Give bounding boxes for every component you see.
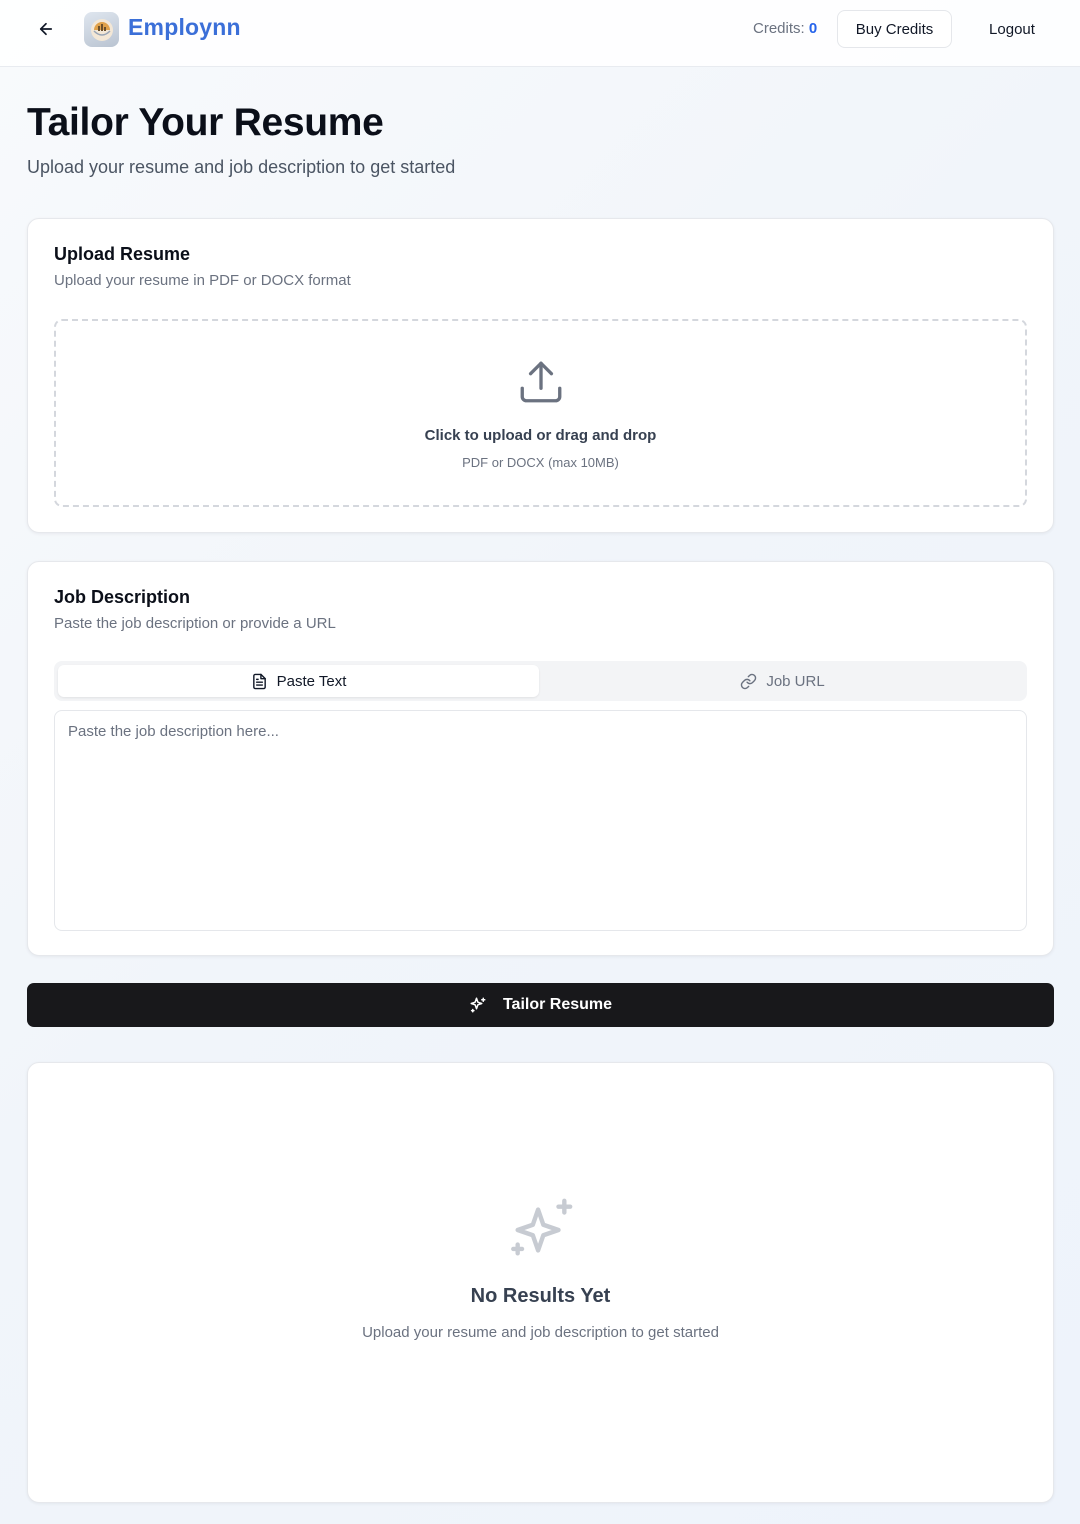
- file-text-icon: [252, 673, 266, 689]
- credits-value: 0: [808, 20, 818, 37]
- credits-label: Credits:: [753, 20, 805, 37]
- empty-results-subtitle: Upload your resume and job description t…: [362, 1324, 719, 1341]
- tailor-resume-button[interactable]: Tailor Resume: [27, 983, 1054, 1027]
- back-button[interactable]: [30, 13, 62, 45]
- brand-name[interactable]: Employnn: [128, 14, 241, 41]
- job-input-tabs: Paste Text Job URL: [54, 661, 1027, 701]
- job-card-title: Job Description: [54, 587, 191, 607]
- upload-card-description: Upload your resume in PDF or DOCX format: [54, 272, 351, 289]
- tailor-resume-label: Tailor Resume: [502, 996, 613, 1013]
- tab-job-url-label: Job URL: [766, 672, 825, 690]
- job-description-input[interactable]: [54, 710, 1027, 931]
- top-header: Employnn Credits: 0 Buy Credits Logout: [0, 0, 1080, 67]
- upload-resume-card: Upload Resume Upload your resume in PDF …: [27, 218, 1054, 533]
- dropzone-sub-text: PDF or DOCX (max 10MB): [462, 455, 619, 470]
- job-description-card: Job Description Paste the job descriptio…: [27, 561, 1054, 956]
- tab-paste-text[interactable]: Paste Text: [58, 665, 539, 697]
- resume-dropzone[interactable]: Click to upload or drag and drop PDF or …: [54, 319, 1027, 507]
- empty-results-title: No Results Yet: [470, 1285, 611, 1307]
- link-icon: [741, 673, 757, 689]
- sparkles-icon: [511, 1198, 573, 1256]
- upload-icon: [520, 361, 562, 403]
- page-subtitle: Upload your resume and job description t…: [27, 157, 456, 177]
- tab-paste-text-label: Paste Text: [276, 672, 347, 690]
- sparkles-icon: [470, 997, 486, 1013]
- dropzone-main-text: Click to upload or drag and drop: [424, 427, 657, 444]
- results-card: No Results Yet Upload your resume and jo…: [27, 1062, 1054, 1503]
- tab-job-url[interactable]: Job URL: [542, 665, 1023, 697]
- arrow-left-icon: [39, 22, 53, 36]
- job-card-description: Paste the job description or provide a U…: [54, 615, 336, 632]
- upload-card-title: Upload Resume: [54, 244, 191, 264]
- logo-icon: [90, 18, 113, 41]
- credits-display: Credits: 0: [753, 20, 817, 37]
- buy-credits-button[interactable]: Buy Credits: [837, 10, 952, 48]
- logout-button[interactable]: Logout: [974, 10, 1050, 48]
- page-title: Tailor Your Resume: [27, 101, 384, 144]
- brand-logo[interactable]: [84, 12, 119, 47]
